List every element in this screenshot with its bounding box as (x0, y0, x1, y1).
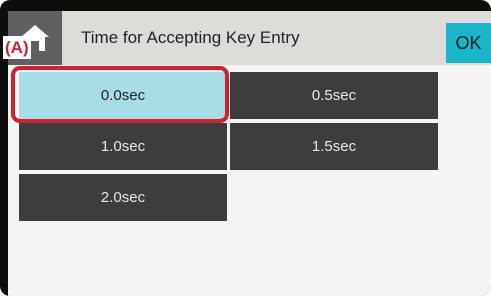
touch-screen: Time for Accepting Key Entry OK 0.0sec 0… (8, 11, 491, 296)
header-bar: Time for Accepting Key Entry OK (8, 11, 491, 65)
callout-label: (A) (3, 36, 31, 59)
option-1-0sec[interactable]: 1.0sec (19, 123, 227, 170)
ok-button[interactable]: OK (446, 23, 491, 63)
page-title: Time for Accepting Key Entry (81, 28, 300, 47)
option-1-5sec[interactable]: 1.5sec (230, 123, 438, 170)
option-0-0sec[interactable]: 0.0sec (19, 72, 227, 119)
option-2-0sec[interactable]: 2.0sec (19, 174, 227, 221)
device-frame: Time for Accepting Key Entry OK 0.0sec 0… (0, 0, 491, 296)
option-0-5sec[interactable]: 0.5sec (230, 72, 438, 119)
